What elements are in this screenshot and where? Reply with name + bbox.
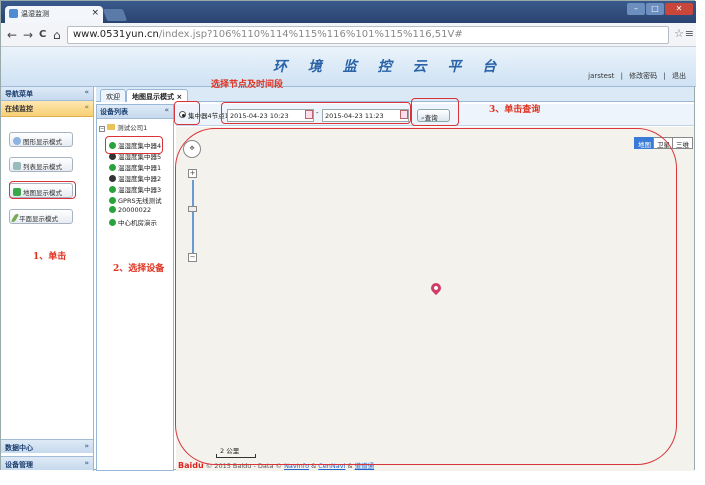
sidebar-header: 导航菜单 «	[1, 87, 93, 101]
address-bar-row: ← → C ⌂ www.0531yun.cn/index.jsp?106%110…	[1, 23, 696, 47]
folder-icon	[107, 124, 116, 130]
device-label: 温湿度集中器3	[118, 186, 162, 194]
username: jarstest	[588, 72, 615, 80]
separator: |	[620, 72, 623, 80]
annotation-step1: 1、单击	[33, 252, 67, 262]
online-monitor-section[interactable]: 在线监控 «	[1, 101, 93, 117]
tree-item-device[interactable]: GPRS无线测试	[109, 195, 162, 205]
graph-mode-button[interactable]: 图形显示模式	[9, 132, 73, 147]
url-input[interactable]: www.0531yun.cn/index.jsp?106%110%114%115…	[67, 26, 669, 44]
map-type-3d[interactable]: 三维	[672, 137, 693, 149]
browser-tab-bar: 温湿监测 × – □ ✕	[1, 1, 696, 23]
annotation-box-node	[174, 101, 200, 125]
section-title: 在线监控	[5, 105, 33, 113]
device-label: GPRS无线测试	[118, 197, 162, 205]
content-tab-bar: 欢迎 地图显示模式 ×	[96, 87, 694, 102]
app-header: 环 境 监 控 云 平 台 jarstest | 修改密码 | 退出	[1, 47, 696, 87]
url-path: /index.jsp?106%110%114%115%116%101%115%1…	[158, 29, 463, 40]
device-label: 温湿度集中器5	[118, 153, 162, 161]
annotation-step2: 2、选择设备	[113, 264, 165, 274]
device-list-panel: 设备列表 « − 测试公司1 温湿度集中器4 温湿度集中器5 温湿度集中器1 温…	[96, 104, 174, 471]
minimize-button[interactable]: –	[627, 3, 645, 15]
forward-icon[interactable]: →	[23, 28, 33, 42]
device-list-title: 设备列表	[100, 108, 128, 116]
annotation-oval-map	[175, 128, 677, 465]
tree-item-device[interactable]: 20000022	[109, 206, 151, 214]
favicon-icon	[9, 9, 18, 18]
sidebar-item-device-manage[interactable]: 设备管理 »	[1, 456, 93, 470]
change-password-link[interactable]: 修改密码	[629, 72, 657, 80]
browser-tab[interactable]: 温湿监测 ×	[5, 6, 103, 23]
device-label: 中心机房演示	[118, 219, 157, 227]
home-icon[interactable]: ⌂	[53, 28, 61, 42]
collapse-panel-icon[interactable]: «	[164, 106, 169, 114]
app-title: 环 境 监 控 云 平 台	[273, 59, 505, 75]
online-status-icon	[109, 219, 116, 226]
device-list-header: 设备列表 «	[97, 105, 173, 119]
graph-mode-label: 图形显示模式	[23, 138, 62, 146]
section-toggle-icon[interactable]: «	[84, 103, 89, 111]
annotation-box-query	[411, 98, 459, 126]
nav-sidebar: 导航菜单 « 在线监控 « 图形显示模式 列表显示模式 地图显示模式 平面显示模…	[1, 87, 94, 471]
offline-status-icon	[109, 153, 116, 160]
online-status-icon	[109, 206, 116, 213]
tree-item-device[interactable]: 温湿度集中器2	[109, 173, 161, 183]
window-controls: – □ ✕	[627, 3, 693, 15]
back-icon[interactable]: ←	[7, 28, 17, 42]
expand-icon[interactable]: »	[84, 442, 89, 450]
list-mode-label: 列表显示模式	[23, 163, 62, 171]
browser-window: 温湿监测 × – □ ✕ ← → C ⌂ www.0531yun.cn/inde…	[0, 0, 696, 471]
expand-icon[interactable]: »	[84, 459, 89, 467]
tree-root-company[interactable]: − 测试公司1	[99, 122, 147, 132]
online-status-icon	[109, 197, 116, 204]
device-label: 温湿度集中器2	[118, 175, 162, 183]
list-icon	[13, 162, 21, 170]
annotation-step3: 3、单击查询	[489, 105, 541, 115]
user-links: jarstest | 修改密码 | 退出	[586, 71, 688, 81]
annotation-select-node-time: 选择节点及时间段	[211, 80, 284, 90]
offline-status-icon	[109, 175, 116, 182]
annotation-box-time	[221, 102, 411, 124]
close-window-button[interactable]: ✕	[665, 3, 693, 15]
device-label: 温湿度集中器1	[118, 164, 162, 172]
magnifier-icon	[13, 137, 21, 145]
separator: |	[663, 72, 666, 80]
tab-welcome[interactable]: 欢迎	[100, 89, 126, 102]
online-status-icon	[109, 164, 116, 171]
tab-close-icon[interactable]: ×	[91, 8, 99, 18]
tree-item-device[interactable]: 中心机房演示	[109, 217, 157, 227]
collapse-sidebar-icon[interactable]: «	[84, 88, 89, 96]
tree-item-device[interactable]: 温湿度集中器3	[109, 184, 161, 194]
sidebar-title: 导航菜单	[5, 90, 33, 98]
tree-item-device[interactable]: 温湿度集中器1	[109, 162, 161, 172]
maximize-button[interactable]: □	[646, 3, 664, 15]
annotation-box-device	[105, 136, 163, 154]
annotation-box-map-mode	[9, 181, 76, 199]
list-mode-button[interactable]: 列表显示模式	[9, 157, 73, 172]
browser-menu-icon[interactable]: ≡	[685, 27, 694, 40]
tree-root-label: 测试公司1	[117, 124, 148, 132]
logout-link[interactable]: 退出	[672, 72, 686, 80]
sidebar-item-data-center[interactable]: 数据中心 »	[1, 439, 93, 453]
data-center-label: 数据中心	[5, 444, 33, 452]
device-label: 20000022	[118, 206, 152, 214]
bookmark-star-icon[interactable]: ☆	[674, 27, 684, 40]
url-host: www.0531yun.cn	[73, 29, 159, 40]
plane-mode-label: 平面显示模式	[19, 215, 58, 223]
browser-tab-title: 温湿监测	[21, 10, 49, 18]
online-status-icon	[109, 186, 116, 193]
reload-icon[interactable]: C	[39, 29, 46, 40]
device-manage-label: 设备管理	[5, 461, 33, 469]
new-tab-button[interactable]	[102, 9, 128, 21]
plane-mode-button[interactable]: 平面显示模式	[9, 209, 73, 224]
